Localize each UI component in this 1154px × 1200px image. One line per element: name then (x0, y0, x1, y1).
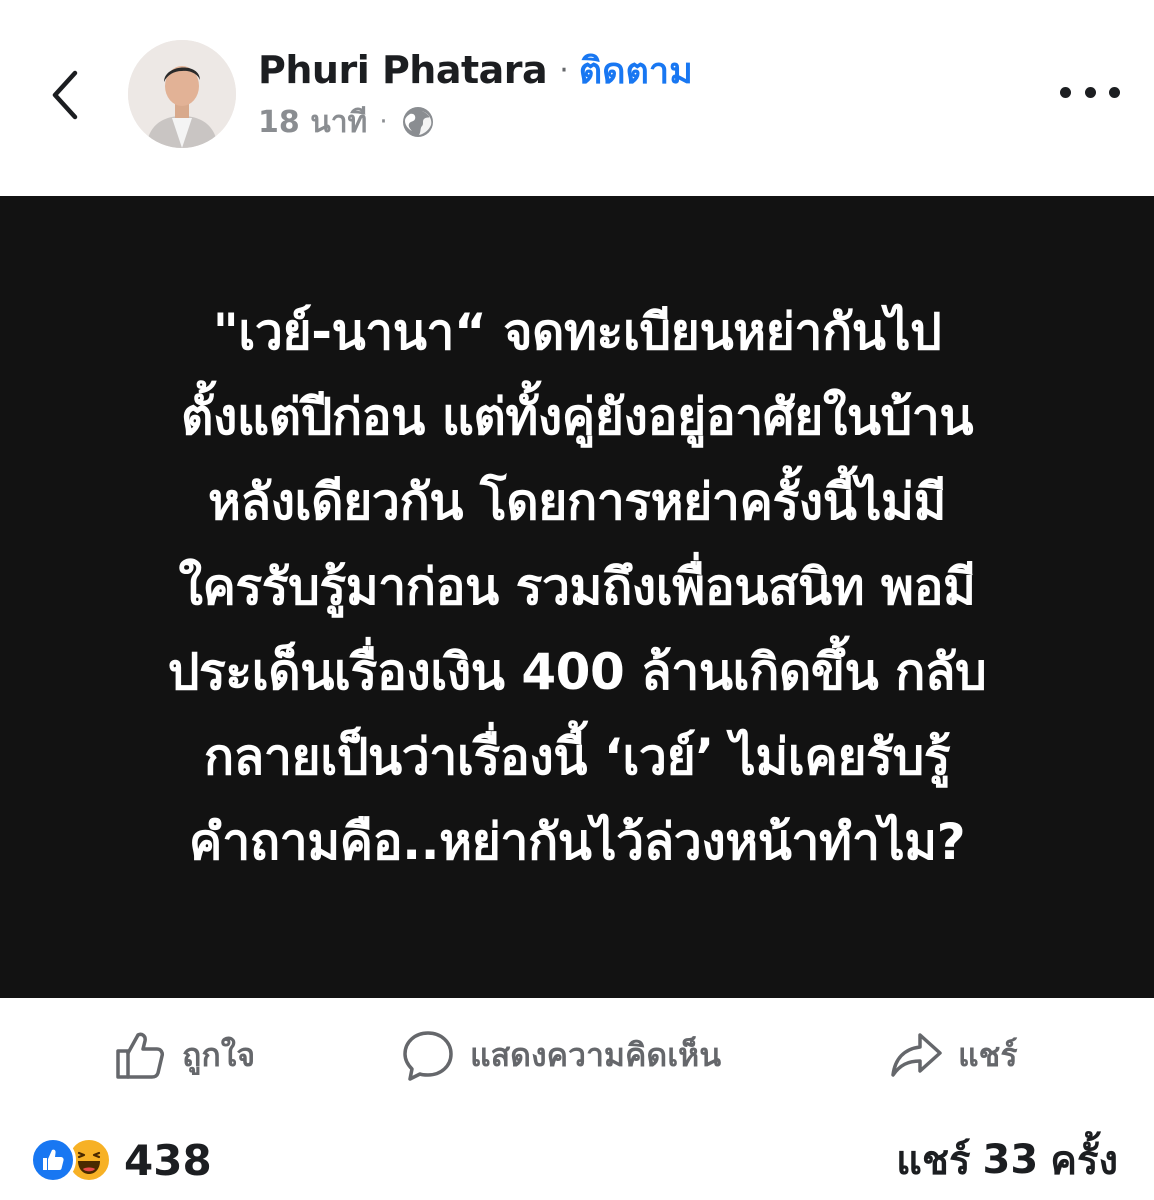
comment-button[interactable]: แสดงความคิดเห็น (400, 1015, 721, 1095)
post-text-line: หลังเดียวกัน โดยการหย่าครั้งนี้ไม่มี (208, 472, 946, 531)
meta-separator: · (379, 107, 388, 137)
share-count-link[interactable]: แชร์ 33 ครั้ง (896, 1132, 1118, 1188)
author-name[interactable]: Phuri Phatara (258, 48, 548, 92)
like-label: ถูกใจ (182, 1035, 256, 1074)
more-horizontal-icon (1060, 86, 1071, 98)
post-meta: 18 นาที · (258, 100, 436, 144)
follow-button[interactable]: ติดตาม (579, 42, 693, 99)
comment-label: แสดงความคิดเห็น (470, 1035, 722, 1074)
author-name-row: Phuri Phatara · ติดตาม (258, 42, 693, 98)
avatar-image (128, 40, 236, 148)
post-text-line: ประเด็นเรื่องเงิน 400 ล้านเกิดขึ้น กลับ (167, 642, 987, 701)
reactions-count-button[interactable]: 438 (30, 1135, 212, 1185)
post-action-bar: ถูกใจ แสดงความคิดเห็น แชร์ (0, 1015, 1154, 1095)
globe-icon (402, 107, 433, 137)
post-text-line: ใครรับรู้มาก่อน รวมถึงเพื่อนสนิท พอมี (178, 557, 976, 616)
post-timestamp[interactable]: 18 นาที (258, 99, 367, 146)
chevron-left-icon (52, 70, 78, 120)
more-options-button[interactable] (1060, 72, 1120, 112)
comment-bubble-icon (403, 1031, 453, 1081)
share-arrow-icon (891, 1033, 942, 1077)
post-header: Phuri Phatara · ติดตาม 18 นาที · (0, 0, 1154, 196)
post-text-line: "เวย์-นานา“ จดทะเบียนหย่ากันไป (212, 302, 942, 361)
like-reaction-icon (30, 1137, 76, 1183)
share-count-suffix: ครั้ง (1050, 1138, 1118, 1184)
post-text-line: คำถามคือ..หย่ากันไว้ล่วงหน้าทำไม? (188, 812, 966, 871)
share-count-prefix: แชร์ (896, 1138, 971, 1184)
post-text-line: ตั้งแต่ปีก่อน แต่ทั้งคู่ยังอยู่อาศัยในบ้… (181, 387, 974, 446)
name-separator: · (559, 52, 569, 88)
share-label: แชร์ (958, 1035, 1018, 1074)
post-text-line: กลายเป็นว่าเรื่องนี้ ‘เวย์’ ไม่เคยรับรู้ (203, 727, 951, 786)
more-horizontal-icon (1109, 86, 1120, 98)
reaction-count: 438 (124, 1135, 212, 1185)
share-count-value: 33 (982, 1137, 1039, 1183)
share-button[interactable]: แชร์ (888, 1015, 1018, 1095)
reaction-summary: 438 แชร์ 33 ครั้ง (0, 1128, 1154, 1192)
post-text-image[interactable]: "เวย์-นานา“ จดทะเบียนหย่ากันไป ตั้งแต่ปี… (0, 196, 1154, 998)
thumbs-up-icon (116, 1032, 164, 1079)
back-button[interactable] (40, 60, 90, 130)
author-avatar[interactable] (128, 40, 236, 148)
like-button[interactable]: ถูกใจ (112, 1015, 255, 1095)
more-horizontal-icon (1084, 86, 1096, 98)
